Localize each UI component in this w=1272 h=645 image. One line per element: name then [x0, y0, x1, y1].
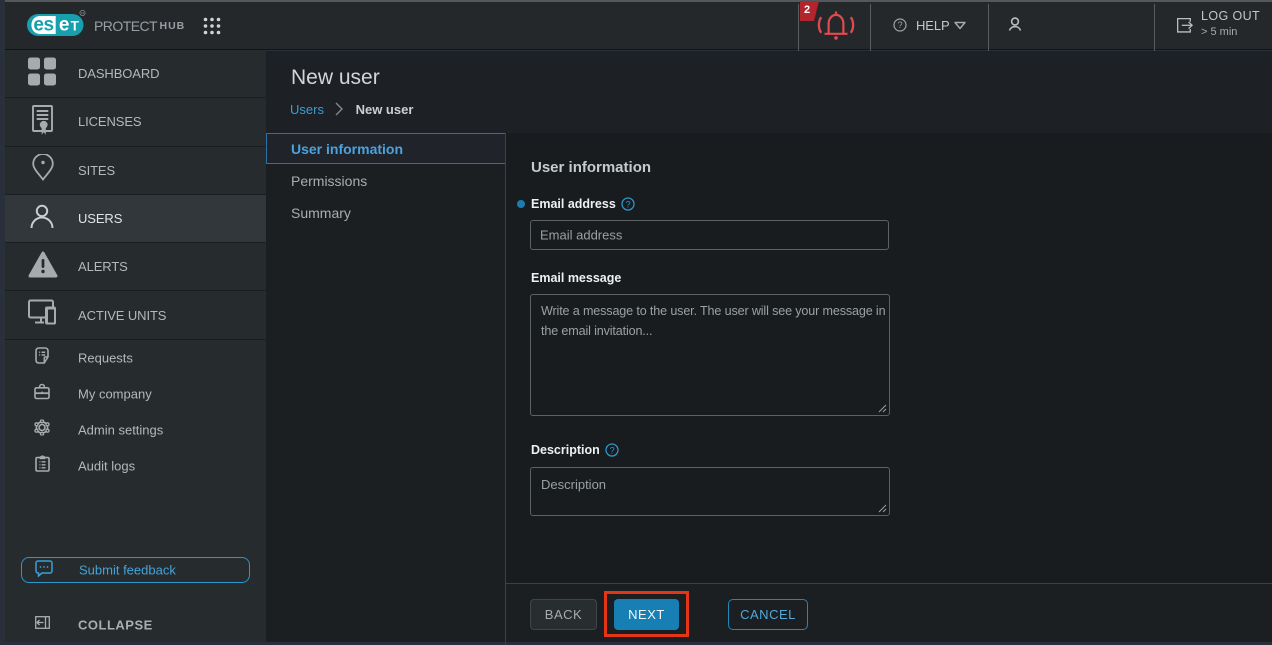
svg-text:?: ?: [626, 199, 631, 209]
svg-text:?: ?: [898, 20, 903, 30]
svg-text:?: ?: [610, 445, 615, 455]
svg-text:R: R: [81, 11, 84, 16]
svg-text:es: es: [33, 15, 53, 36]
svg-text:T: T: [71, 19, 80, 34]
svg-text:e: e: [59, 15, 70, 36]
